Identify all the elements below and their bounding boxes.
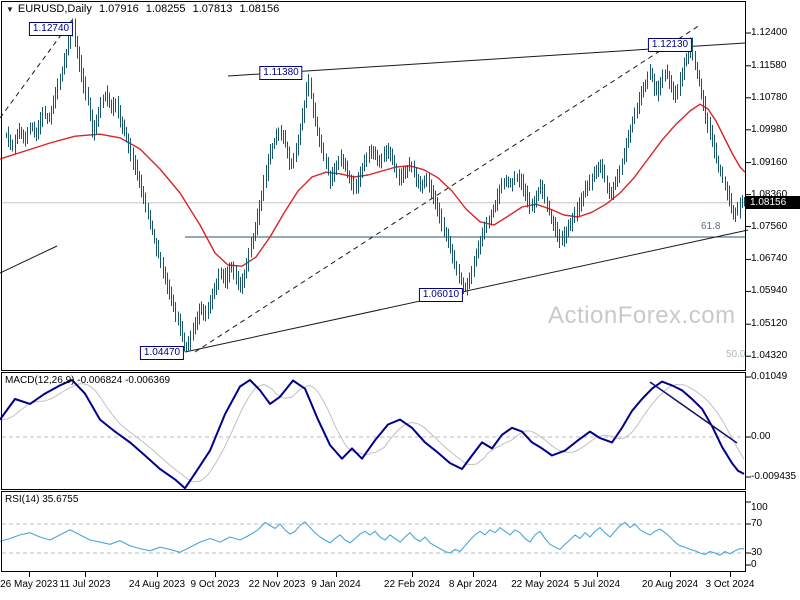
price-axis-label: 1.04320 — [751, 350, 788, 362]
trendline — [184, 229, 749, 353]
date-axis-label: 8 Apr 2024 — [448, 579, 498, 590]
ohlc-open: 1.07916 — [98, 3, 139, 15]
symbol-dropdown-icon[interactable]: ▼ — [6, 5, 14, 14]
price-axis-label: 1.07560 — [751, 220, 788, 232]
price-marker-label: 1.04470 — [139, 346, 185, 360]
date-axis-label: 20 Aug 2024 — [641, 579, 699, 590]
macd-signal-line — [0, 383, 745, 483]
rsi-axis-label: 0 — [751, 559, 757, 570]
current-price-tag: 1.08156 — [746, 196, 800, 210]
date-axis-label: 24 Aug 2023 — [128, 579, 186, 590]
macd-value-signal: -0.006369 — [125, 375, 171, 386]
fibonacci-level-label: 61.8 — [701, 221, 721, 232]
date-axis-label: 22 Feb 2024 — [383, 579, 441, 590]
ma-line — [0, 103, 746, 267]
macd-name: MACD(12,26,9) — [5, 375, 75, 386]
price-marker-label: 1.11380 — [259, 66, 303, 80]
macd-indicator-label: MACD(12,26,9) -0.006824 -0.006369 — [5, 375, 170, 386]
price-axis-label: 1.10780 — [751, 91, 788, 103]
trendline — [0, 245, 58, 274]
date-axis-label: 9 Jan 2024 — [311, 579, 361, 590]
price-marker-label: 1.12130 — [647, 38, 693, 52]
macd-line — [0, 379, 745, 490]
panel-border — [1, 491, 746, 572]
ohlc-close: 1.08156 — [239, 3, 280, 15]
date-axis-label: 26 May 2023 — [0, 579, 58, 590]
date-axis-label: 11 Jul 2023 — [59, 579, 111, 590]
price-axis-label: 1.05120 — [751, 318, 788, 330]
price-axis-label: 1.06740 — [751, 253, 788, 265]
chart-header: ▼ EURUSD,Daily 1.07916 1.08255 1.07813 1.… — [6, 3, 283, 15]
date-axis-label: 22 May 2024 — [511, 579, 569, 590]
rsi-axis-label: 100 — [751, 502, 768, 513]
macd-axis-zero: 0.00 — [751, 431, 771, 442]
macd-axis-max: 0.01049 — [751, 371, 788, 382]
macd-value-main: -0.006824 — [77, 375, 123, 386]
macd-axis-min: -0.009435 — [751, 471, 797, 482]
date-axis-label: 3 Oct 2024 — [705, 579, 755, 590]
trading-chart-window: ▼ EURUSD,Daily 1.07916 1.08255 1.07813 1.… — [0, 0, 800, 600]
date-axis-label: 22 Nov 2023 — [248, 579, 306, 590]
chart-canvas[interactable] — [0, 0, 800, 600]
date-axis-label: 5 Jul 2024 — [573, 579, 621, 590]
price-marker-label: 1.06010 — [418, 288, 464, 302]
rsi-line — [0, 521, 745, 556]
symbol-timeframe: EURUSD,Daily — [17, 3, 92, 15]
rsi-name: RSI(14) — [5, 494, 40, 505]
rsi-axis-label: 70 — [751, 518, 763, 529]
price-axis-label: 1.12400 — [751, 27, 788, 38]
ohlc-high: 1.08255 — [145, 3, 186, 15]
price-axis-label: 1.09160 — [751, 156, 788, 168]
faint-level-label: 50.0 — [726, 349, 746, 360]
price-axis-label: 1.05940 — [751, 285, 788, 297]
date-axis-label: 9 Oct 2023 — [190, 579, 240, 590]
price-axis-label: 1.11580 — [751, 59, 787, 71]
rsi-axis-label: 30 — [751, 547, 763, 558]
price-marker-label: 1.12740 — [28, 22, 74, 36]
price-axis-label: 1.09980 — [751, 123, 788, 135]
macd-trendline — [649, 381, 738, 444]
rsi-indicator-label: RSI(14) 35.6755 — [5, 494, 78, 505]
watermark: ActionForex.com — [548, 302, 736, 329]
rsi-value: 35.6755 — [42, 494, 79, 505]
ohlc-low: 1.07813 — [192, 3, 233, 15]
